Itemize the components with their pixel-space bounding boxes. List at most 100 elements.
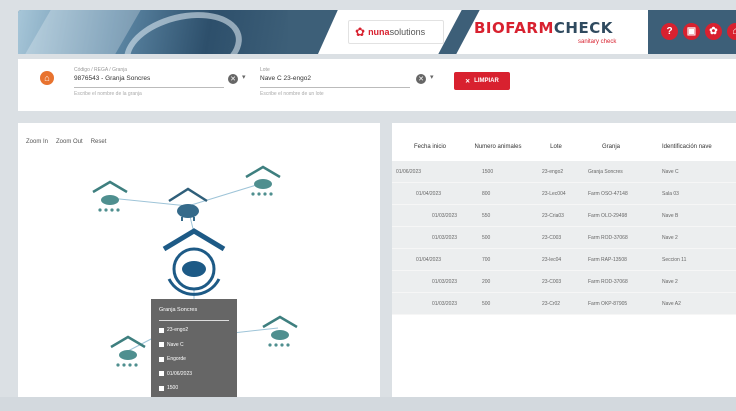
tooltip-row-text: Engorde	[167, 356, 186, 362]
node-tooltip: Granja Soncres 23-engo2 Nave C Engorde 0…	[151, 299, 237, 399]
app-header: ✿ nuna solutions BIOFARMCHECK sanitary ch…	[18, 10, 736, 54]
barn-node-icon[interactable]	[262, 315, 298, 347]
header-actions: ? ▣ ✿ ⌂	[661, 23, 736, 40]
farm-field-hint: Escribe el nombre de la granja	[74, 91, 142, 97]
barn-node-icon[interactable]	[245, 165, 281, 196]
zoom-out-button[interactable]: Zoom Out	[56, 139, 83, 145]
clear-button-label: LIMPIAR	[474, 78, 499, 84]
nuna-flower-icon: ✿	[355, 25, 366, 39]
selected-farm-node-icon[interactable]	[162, 228, 226, 296]
farm-field[interactable]: Código / REGA / Granja 9876543 - Granja …	[74, 67, 224, 97]
cell-lote: 23-engo2	[542, 168, 564, 175]
cell-fecha: 01/03/2023	[432, 212, 458, 219]
brand-bio: BIOFARM	[474, 19, 554, 37]
nuna-brand-rest: solutions	[389, 27, 426, 37]
home-icon[interactable]: ⌂	[727, 23, 736, 40]
cell-fecha: 01/03/2023	[432, 300, 458, 307]
batch-field[interactable]: Lote Nave C 23-engo2 Escribe el nombre d…	[260, 67, 410, 97]
tooltip-title: Granja Soncres	[159, 307, 198, 313]
col-lote[interactable]: Lote	[532, 144, 580, 150]
cell-fecha: 01/03/2023	[432, 234, 458, 241]
nunasolutions-logo: ✿ nuna solutions	[348, 20, 444, 44]
settings-icon[interactable]: ✿	[705, 23, 722, 40]
pig-icon	[159, 356, 164, 362]
tooltip-row: Engorde	[159, 356, 229, 362]
tooltip-row: 1500	[159, 385, 229, 391]
table-row[interactable]: 01/03/2023 500 23-Cr02 Farm OKP-87905 Nave A…	[392, 293, 736, 315]
zoom-in-button[interactable]: Zoom In	[26, 139, 48, 145]
barn-node-icon[interactable]	[110, 335, 146, 367]
cell-animales: 550	[482, 212, 491, 219]
clear-farm-icon[interactable]: ✕	[228, 74, 238, 84]
cell-granja: Farm OKP-87905	[588, 300, 628, 307]
cell-fecha: 01/04/2023	[416, 256, 442, 263]
batch-table-panel: Fecha inicio Numero animales Lote Granja…	[392, 123, 736, 397]
tooltip-row: 23-engo2	[159, 327, 229, 333]
tooltip-row-text: 23-engo2	[167, 327, 189, 333]
table-row[interactable]: 01/03/2023 550 23-Cria03 Farm OLO-29498 Nave…	[392, 205, 736, 227]
col-numero-animales[interactable]: Numero animales	[464, 144, 532, 150]
table-header: Fecha inicio Numero animales Lote Granja…	[392, 133, 736, 161]
batch-field-value[interactable]: Nave C 23-engo2	[260, 75, 410, 82]
col-fecha-inicio[interactable]: Fecha inicio	[392, 144, 464, 150]
calendar-icon	[159, 371, 164, 376]
cell-nave: Seccion 11	[662, 256, 687, 263]
cell-animales: 1500	[482, 168, 494, 175]
col-granja[interactable]: Granja	[580, 144, 642, 150]
zoom-controls: Zoom In Zoom Out Reset	[26, 139, 106, 145]
cell-animales: 500	[482, 300, 491, 307]
cell-nave: Nave B	[662, 212, 679, 219]
cell-nave: Nave 2	[662, 278, 678, 285]
clear-batch-icon[interactable]: ✕	[416, 74, 426, 84]
brand-subtitle: sanitary check	[578, 39, 617, 45]
farm-dropdown-icon[interactable]: ▾	[242, 73, 246, 81]
cell-granja: Farm RAP-13508	[588, 256, 627, 263]
farm-field-value[interactable]: 9876543 - Granja Soncres	[74, 75, 224, 82]
cell-fecha: 01/06/2023	[396, 168, 422, 175]
reset-button[interactable]: Reset	[91, 139, 107, 145]
cell-granja: Granja Soncres	[588, 168, 623, 175]
cell-granja: Farm OLO-29498	[588, 212, 628, 219]
farm-field-underline	[74, 87, 224, 88]
cell-fecha: 01/04/2023	[416, 190, 442, 197]
barn-node-icon[interactable]	[92, 180, 128, 212]
animals-icon	[159, 385, 164, 391]
tooltip-row: Nave C	[159, 342, 229, 348]
graph-panel: Zoom In Zoom Out Reset Granja Soncres 23…	[18, 123, 380, 399]
cell-animales: 800	[482, 190, 491, 197]
clear-button[interactable]: ✕ LIMPIAR	[454, 72, 510, 90]
barn-icon	[159, 342, 164, 347]
tooltip-divider	[159, 320, 229, 321]
cell-nave: Nave 2	[662, 234, 678, 241]
table-row[interactable]: 01/03/2023 500 23-C003 Farm ROD-37068 Nave 2	[392, 227, 736, 249]
batch-dropdown-icon[interactable]: ▾	[430, 73, 434, 81]
batch-table: Fecha inicio Numero animales Lote Granja…	[392, 133, 736, 315]
cell-nave: Sala 03	[662, 190, 679, 197]
cell-nave: Nave C	[662, 168, 679, 175]
cell-granja: Farm ROD-37068	[588, 234, 628, 241]
cell-lote: 23-Cria03	[542, 212, 564, 219]
brand-check: CHECK	[553, 19, 613, 37]
cell-lote: 23-Lec004	[542, 190, 566, 197]
table-body: 01/06/2023 1500 23-engo2 Granja Soncres Nave…	[392, 161, 736, 315]
cell-granja: Farm OSO-47148	[588, 190, 628, 197]
biofarmcheck-logo: BIOFARMCHECK	[474, 19, 613, 37]
batch-field-hint: Escribe el nombre de un lote	[260, 91, 324, 97]
cell-granja: Farm ROD-37068	[588, 278, 628, 285]
help-icon[interactable]: ?	[661, 23, 678, 40]
batch-field-underline	[260, 87, 410, 88]
cell-animales: 500	[482, 234, 491, 241]
footer-strip	[0, 397, 736, 411]
tooltip-row-text: 01/06/2023	[167, 370, 193, 377]
table-row[interactable]: 01/04/2023 700 23-lec04 Farm RAP-13508 Secci…	[392, 249, 736, 271]
col-identificacion-nave[interactable]: Identificación nave	[642, 144, 736, 150]
table-row[interactable]: 01/04/2023 800 23-Lec004 Farm OSO-47148 Sala…	[392, 183, 736, 205]
cell-lote: 23-lec04	[542, 256, 562, 263]
cell-lote: 23-C003	[542, 278, 562, 285]
table-row[interactable]: 01/06/2023 1500 23-engo2 Granja Soncres Nave…	[392, 161, 736, 183]
cell-lote: 23-Cr02	[542, 300, 561, 307]
table-row[interactable]: 01/03/2023 200 23-C003 Farm ROD-37068 Nave 2	[392, 271, 736, 293]
document-icon[interactable]: ▣	[683, 23, 700, 40]
batch-field-label: Lote	[260, 67, 270, 73]
cell-fecha: 01/03/2023	[432, 278, 458, 285]
